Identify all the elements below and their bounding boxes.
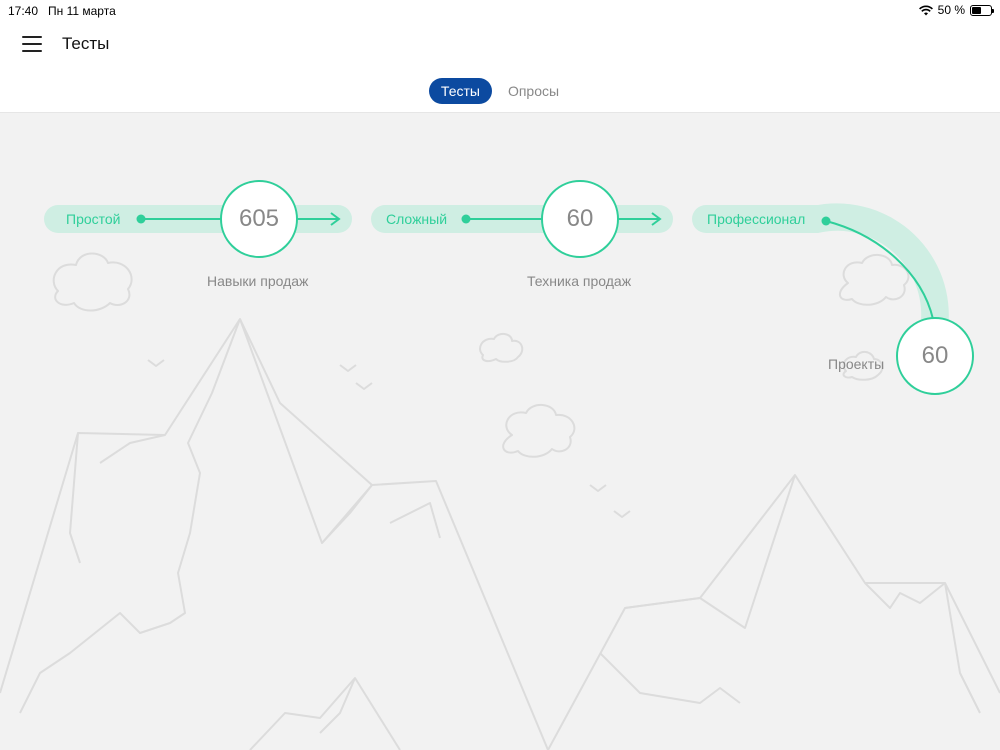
track-category-label: Навыки продаж	[207, 273, 309, 289]
tab-tests[interactable]: Тесты	[428, 78, 492, 104]
hamburger-icon[interactable]	[22, 36, 42, 52]
track-level-label: Профессионал	[707, 211, 806, 227]
battery-percent: 50 %	[937, 3, 965, 17]
track-level-label: Простой	[66, 211, 121, 227]
background-illustration	[0, 203, 1000, 750]
track-level-label: Сложный	[386, 211, 448, 227]
status-bar: 17:40 Пн 11 марта 50 %	[0, 0, 1000, 22]
page-title: Тесты	[62, 34, 110, 53]
score-circle[interactable]: 60	[896, 317, 974, 395]
battery-icon	[970, 4, 994, 16]
segment-tabs: Тесты Опросы	[0, 78, 1000, 104]
status-date: Пн 11 марта	[48, 4, 116, 18]
track-category-label: Проекты	[828, 356, 885, 372]
app-header: Тесты Тесты Опросы	[0, 22, 1000, 113]
score-circle[interactable]: 60	[541, 180, 619, 258]
wifi-icon	[918, 5, 933, 15]
status-time: 17:40	[8, 4, 39, 18]
tab-surveys[interactable]: Опросы	[496, 78, 571, 104]
tests-scene: Простой 605 Навыки продаж Сложный 60 Тех…	[0, 113, 1000, 750]
track-category-label: Техника продаж	[527, 273, 632, 289]
status-right: 50 %	[918, 3, 994, 17]
score-circle[interactable]: 605	[220, 180, 298, 258]
